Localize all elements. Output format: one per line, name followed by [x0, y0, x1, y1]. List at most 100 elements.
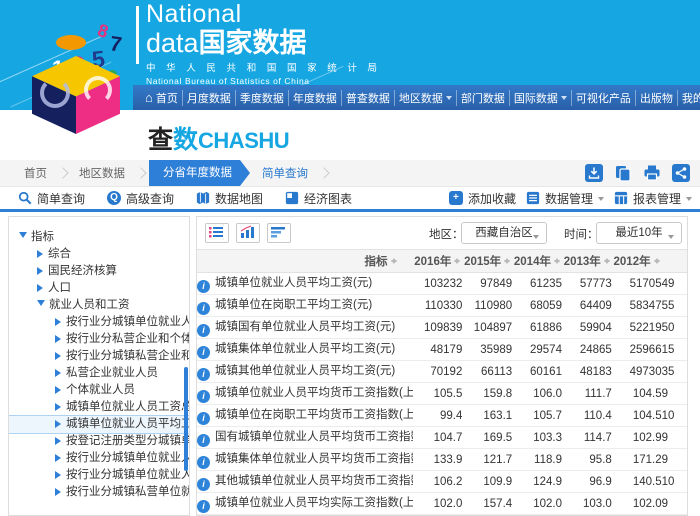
pie-chart-view-icon[interactable]	[298, 224, 316, 242]
nav-item[interactable]: 年度数据	[289, 90, 342, 106]
value-cell: 25966	[612, 339, 662, 361]
list-view-icon[interactable]	[205, 223, 229, 243]
breadcrumb-region-data[interactable]: 地区数据	[69, 165, 135, 181]
nav-item[interactable]: 我的收藏	[678, 90, 700, 106]
tree-item[interactable]: 国民经济核算	[9, 263, 189, 280]
tree-item[interactable]: 按行业分城镇单位就业人员工资总额	[9, 450, 189, 467]
info-icon[interactable]	[197, 412, 210, 425]
tree-item[interactable]: 按行业分城镇私营企业和个体就业人员	[9, 348, 189, 365]
info-icon[interactable]	[197, 390, 210, 403]
column-header-year[interactable]: 2012年	[612, 250, 662, 273]
download-icon[interactable]	[585, 164, 603, 182]
tree-item[interactable]: 个体就业人员	[9, 382, 189, 399]
info-icon[interactable]	[197, 500, 210, 513]
report-manage-button[interactable]: 报表管理	[614, 190, 692, 207]
bar-chart-view-icon[interactable]	[236, 223, 260, 243]
column-header-year[interactable]: 2014年	[512, 250, 562, 273]
print-icon[interactable]	[643, 164, 661, 182]
tree-toggle-icon[interactable]	[37, 267, 47, 275]
nav-item-label: 部门数据	[461, 90, 505, 106]
tree-item[interactable]: 指标	[9, 229, 189, 246]
nav-item[interactable]: 地区数据	[395, 90, 457, 106]
tree-item[interactable]: 综合	[9, 246, 189, 263]
sidebar-scrollbar[interactable]	[184, 367, 188, 471]
tree-toggle-icon[interactable]	[19, 232, 27, 238]
nav-item[interactable]: 季度数据	[236, 90, 289, 106]
indicator-name: 城镇单位就业人员平均工资(元)	[215, 277, 372, 289]
value-cell: 52219	[612, 317, 662, 339]
info-icon[interactable]	[197, 368, 210, 381]
info-icon[interactable]	[197, 478, 210, 491]
nav-item[interactable]: 部门数据	[457, 90, 510, 106]
economic-chart-button[interactable]: 经济图表	[285, 190, 352, 207]
tree-item[interactable]: 按行业分城镇私营单位就业人员平均工资	[9, 484, 189, 501]
column-header-indicator[interactable]: 指标	[197, 250, 413, 273]
breadcrumb-home[interactable]: 首页	[14, 165, 57, 181]
nav-item[interactable]: 可视化产品	[572, 90, 636, 106]
tree-item[interactable]: 就业人员和工资	[9, 297, 189, 314]
tree-toggle-icon[interactable]	[55, 403, 65, 411]
tree-toggle-icon[interactable]	[37, 284, 47, 292]
advanced-query-button[interactable]: Q 高级查询	[107, 190, 174, 207]
tree-toggle-icon[interactable]	[55, 386, 65, 394]
site-logo: National data国家数据 中 华 人 民 共 和 国 国 家 统 计 …	[146, 2, 381, 85]
info-icon[interactable]	[197, 434, 210, 447]
toolbar-right: + 添加收藏 数据管理 报表管理	[449, 187, 692, 209]
tree-item[interactable]: 按登记注册类型分城镇单位就业人员工资总额	[9, 433, 189, 450]
nav-item-label: 首页	[156, 90, 178, 106]
tree-toggle-icon[interactable]	[37, 300, 45, 306]
nav-item[interactable]: ⌂首页	[141, 90, 183, 106]
info-icon[interactable]	[197, 324, 210, 337]
region-select[interactable]: 西藏自治区	[461, 222, 547, 244]
column-header-year[interactable]: 2013年	[562, 250, 612, 273]
info-icon[interactable]	[197, 302, 210, 315]
info-icon[interactable]	[197, 346, 210, 359]
time-select[interactable]: 最近10年	[596, 222, 682, 244]
nav-item[interactable]: 国际数据	[510, 90, 572, 106]
tree-toggle-icon[interactable]	[55, 488, 65, 496]
data-manage-button[interactable]: 数据管理	[526, 190, 604, 207]
data-map-button[interactable]: 数据地图	[196, 190, 263, 207]
tree-item[interactable]: 按行业分城镇单位就业人员平均工资	[9, 467, 189, 484]
nav-item[interactable]: 月度数据	[183, 90, 236, 106]
chevron-right-icon	[318, 167, 329, 178]
breadcrumb-simple-query[interactable]: 简单查询	[252, 165, 318, 181]
info-icon[interactable]	[197, 456, 210, 469]
hbar-chart-view-icon[interactable]	[267, 223, 291, 243]
column-header-year[interactable]: 2011年	[662, 250, 688, 273]
column-header-year[interactable]: 2016年	[413, 250, 463, 273]
tree-item[interactable]: 城镇单位就业人员平均工资和指数	[9, 416, 189, 433]
nav-item[interactable]: 出版物	[636, 90, 678, 106]
table-row: 城镇集体单位就业人员平均货币工资指数(上年=100) 133.9 121.7 1…	[197, 449, 688, 471]
indicator-name: 城镇单位在岗职工平均货币工资指数(上年=100)	[215, 409, 413, 421]
tree-toggle-icon[interactable]	[55, 454, 65, 462]
tree-toggle-icon[interactable]	[55, 352, 65, 360]
tree-item[interactable]: 按行业分城镇单位就业人员	[9, 314, 189, 331]
column-header-year[interactable]: 2015年	[462, 250, 512, 273]
add-favorite-button[interactable]: + 添加收藏	[449, 190, 516, 207]
nav-item-label: 年度数据	[293, 90, 337, 106]
tree-toggle-icon[interactable]	[55, 369, 65, 377]
value-cell: 10	[662, 405, 688, 427]
tree-item[interactable]: 按行业分私营企业和个体就业人员	[9, 331, 189, 348]
nav-item-label: 国际数据	[514, 90, 558, 106]
tree-item[interactable]: 私营企业就业人员	[9, 365, 189, 382]
tree-item[interactable]: 城镇单位就业人员工资总额和指数	[9, 399, 189, 416]
tree-toggle-icon[interactable]	[55, 318, 65, 326]
tree-item[interactable]: 人口	[9, 280, 189, 297]
tree-item-label: 个体就业人员	[66, 384, 135, 396]
tree-toggle-icon[interactable]	[55, 335, 65, 343]
value-cell: 59904	[562, 317, 612, 339]
info-icon[interactable]	[197, 280, 210, 293]
tree-toggle-icon[interactable]	[55, 420, 65, 428]
region-filter-label: 地区：	[429, 226, 464, 242]
copy-icon[interactable]	[614, 164, 632, 182]
simple-query-button[interactable]: 简单查询	[18, 190, 85, 207]
nav-item[interactable]: 普查数据	[342, 90, 395, 106]
tree-toggle-icon[interactable]	[55, 471, 65, 479]
tree-toggle-icon[interactable]	[55, 437, 65, 445]
breadcrumb-active-tab[interactable]: 分省年度数据	[149, 160, 250, 186]
tree-toggle-icon[interactable]	[37, 250, 47, 258]
indicator-name: 城镇集体单位就业人员平均货币工资指数(上年=100)	[215, 453, 413, 465]
share-icon[interactable]	[672, 164, 690, 182]
